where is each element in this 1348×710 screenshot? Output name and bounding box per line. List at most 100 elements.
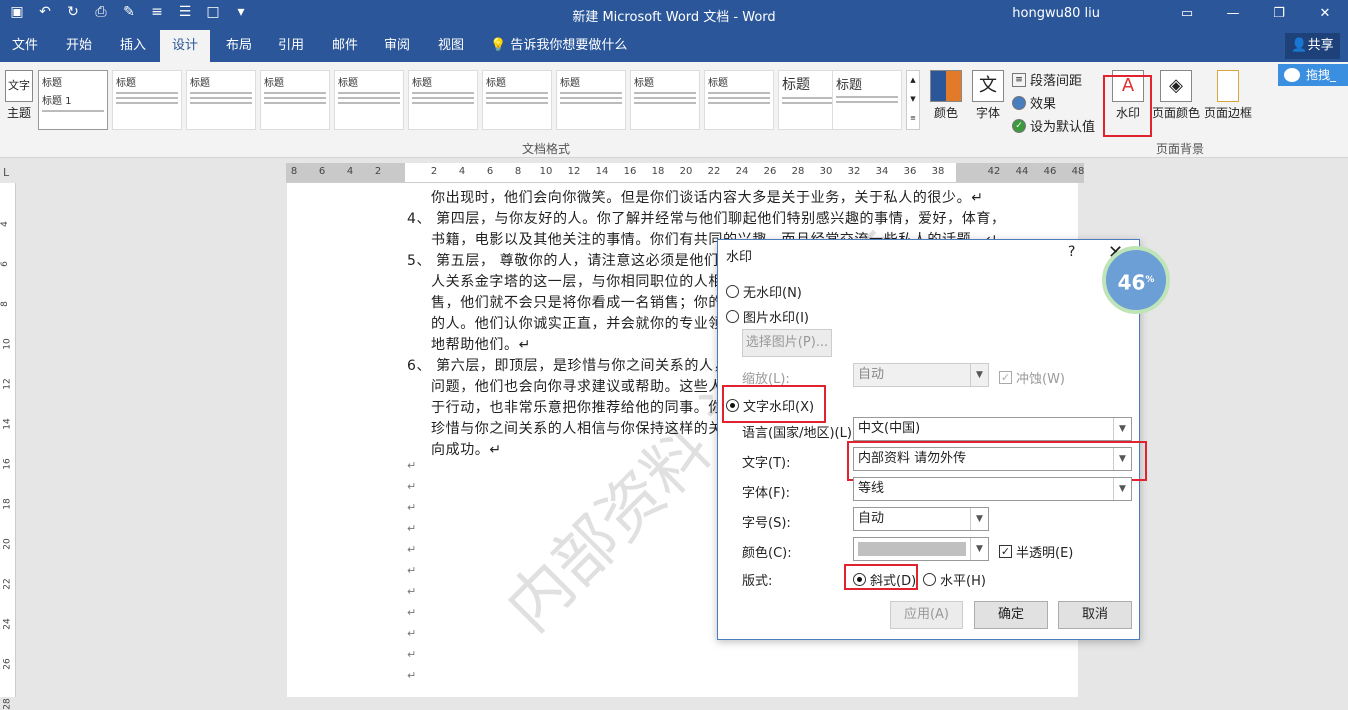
user-name[interactable]: hongwu80 liu bbox=[1012, 6, 1100, 21]
style-thumb[interactable]: 标题 bbox=[704, 70, 774, 130]
style-thumb[interactable]: 标题 bbox=[832, 70, 902, 130]
no-watermark-radio[interactable]: 无水印(N) bbox=[726, 282, 802, 301]
colors-icon bbox=[930, 70, 962, 102]
semitransparent-checkbox[interactable]: ✓ 半透明(E) bbox=[999, 542, 1073, 561]
size-select[interactable]: 自动 ▼ bbox=[853, 507, 989, 531]
cancel-button[interactable]: 取消 bbox=[1058, 601, 1132, 629]
doc-line: 你出现时，他们会向你微笑。但是你们谈话内容大多是关于业务，关于私人的很少。↵ bbox=[431, 190, 984, 206]
help-icon[interactable]: ? bbox=[1068, 244, 1075, 260]
style-line bbox=[486, 102, 548, 104]
semitransparent-label: 半透明(E) bbox=[1016, 546, 1074, 561]
ruler-tick: 46 bbox=[1043, 166, 1057, 177]
watermark-highlight bbox=[1103, 75, 1152, 137]
vruler-tick: 10 bbox=[2, 338, 13, 350]
vruler-tick: 18 bbox=[2, 498, 13, 510]
ribbon-display-icon[interactable]: ▭ bbox=[1164, 0, 1210, 30]
ruler-corner-icon[interactable]: L bbox=[3, 166, 9, 179]
ok-button[interactable]: 确定 bbox=[974, 601, 1048, 629]
style-thumb-heading: 标题 bbox=[486, 78, 506, 89]
close-icon[interactable]: ✕ bbox=[1302, 0, 1348, 30]
picture-watermark-radio[interactable]: 图片水印(I) bbox=[726, 307, 809, 326]
vertical-ruler[interactable]: 4 6 8 10 12 14 16 18 20 22 24 26 28 bbox=[0, 183, 16, 710]
font-select[interactable]: 等线 ▼ bbox=[853, 477, 1132, 501]
washout-label: 冲蚀(W) bbox=[1016, 372, 1065, 387]
style-thumb[interactable]: 标题 bbox=[260, 70, 330, 130]
paragraph-spacing-button[interactable]: ≡ 段落间距 bbox=[1012, 70, 1082, 89]
gallery-up-icon[interactable]: ▲ bbox=[907, 71, 919, 90]
color-swatch bbox=[858, 542, 966, 556]
style-thumb-subheading: 标题 1 bbox=[42, 96, 72, 107]
gallery-more-icon[interactable]: ≡ bbox=[907, 109, 919, 128]
effects-button[interactable]: 效果 bbox=[1012, 93, 1056, 112]
window-controls: ▭ — ❐ ✕ bbox=[1164, 0, 1348, 30]
style-line bbox=[560, 102, 622, 104]
radio-circle bbox=[726, 285, 739, 298]
apply-button[interactable]: 应用(A) bbox=[890, 601, 963, 629]
paragraph-mark: ↵ bbox=[407, 606, 417, 619]
gallery-down-icon[interactable]: ▼ bbox=[907, 90, 919, 109]
horizontal-ruler[interactable]: 8 6 4 2 2 4 6 8 10 12 14 16 18 20 22 24 26 28 30 32 34 36 38 42… bbox=[286, 163, 1084, 183]
style-thumb[interactable]: 标题 bbox=[630, 70, 700, 130]
select-picture-button[interactable]: 选择图片(P)... bbox=[742, 329, 832, 357]
restore-icon[interactable]: ❐ bbox=[1256, 0, 1302, 30]
tab-insert[interactable]: 插入 bbox=[108, 30, 158, 62]
picture-watermark-label: 图片水印(I) bbox=[743, 311, 809, 326]
colors-button[interactable]: 颜色 bbox=[928, 70, 964, 121]
tab-design[interactable]: 设计 bbox=[160, 30, 211, 62]
side-pill[interactable]: 拖拽_ bbox=[1278, 64, 1348, 86]
gallery-scroll[interactable]: ▲ ▼ ≡ bbox=[906, 70, 920, 130]
style-thumb[interactable]: 标题 bbox=[334, 70, 404, 130]
tell-me-box[interactable]: 💡 告诉我你想要做什么 bbox=[478, 30, 639, 62]
style-line bbox=[412, 92, 474, 94]
style-thumb[interactable]: 标题 bbox=[408, 70, 478, 130]
share-label: 共享 bbox=[1307, 38, 1334, 53]
tab-file[interactable]: 文件 bbox=[0, 30, 50, 62]
tab-references[interactable]: 引用 bbox=[266, 30, 316, 62]
page-border-button[interactable]: 页面边框 bbox=[1202, 70, 1254, 121]
chevron-down-icon: ▼ bbox=[1113, 478, 1131, 500]
washout-checkbox[interactable]: ✓ 冲蚀(W) bbox=[999, 368, 1065, 387]
style-thumb[interactable]: 标题 bbox=[482, 70, 552, 130]
paragraph-mark: ↵ bbox=[407, 501, 417, 514]
window-title: 新建 Microsoft Word 文档 - Word bbox=[572, 10, 776, 25]
progress-badge[interactable]: 46% bbox=[1102, 246, 1170, 314]
radio-circle bbox=[923, 573, 936, 586]
tab-layout[interactable]: 布局 bbox=[214, 30, 264, 62]
color-select[interactable]: ▼ bbox=[853, 537, 989, 561]
vruler-tick: 20 bbox=[2, 538, 13, 550]
page-color-button[interactable]: ◈ 页面颜色 bbox=[1150, 70, 1202, 121]
layout-label: 版式: bbox=[742, 574, 773, 589]
share-button[interactable]: 👤共享 bbox=[1285, 33, 1340, 59]
ruler-tick: 38 bbox=[931, 166, 945, 177]
set-default-button[interactable]: ✓ 设为默认值 bbox=[1012, 116, 1095, 135]
tab-home[interactable]: 开始 bbox=[54, 30, 104, 62]
scale-select[interactable]: 自动 ▼ bbox=[853, 363, 989, 387]
style-thumb-heading: 标题 bbox=[338, 78, 358, 89]
tab-mailings[interactable]: 邮件 bbox=[320, 30, 370, 62]
fonts-button[interactable]: 文 字体 bbox=[970, 70, 1006, 121]
fonts-label: 字体 bbox=[975, 106, 1000, 120]
style-thumb-title1[interactable]: 标题 标题 1 bbox=[38, 70, 108, 130]
tab-review[interactable]: 审阅 bbox=[372, 30, 422, 62]
horizontal-radio[interactable]: 水平(H) bbox=[923, 570, 986, 589]
style-line bbox=[634, 102, 696, 104]
ruler-tick: 34 bbox=[875, 166, 889, 177]
doc-line: 人关系金字塔的这一层，与你相同职位的人相比 bbox=[431, 274, 738, 290]
paragraph-spacing-label: 段落间距 bbox=[1030, 74, 1083, 89]
ribbon: 文字 主题 标题 标题 1 标题 标题 标题 标题 标题 标题 标题 标题 标题… bbox=[0, 62, 1348, 158]
language-select[interactable]: 中文(中国) ▼ bbox=[853, 417, 1132, 441]
style-thumb[interactable]: 标题 bbox=[186, 70, 256, 130]
style-line bbox=[116, 92, 178, 94]
tab-view[interactable]: 视图 bbox=[426, 30, 476, 62]
style-thumb[interactable]: 标题 bbox=[112, 70, 182, 130]
checkmark-icon: ✓ bbox=[1012, 118, 1026, 133]
paragraph-mark: ↵ bbox=[407, 522, 417, 535]
style-line bbox=[634, 97, 696, 99]
minimize-icon[interactable]: — bbox=[1210, 0, 1256, 30]
theme-button[interactable]: 文字 主题 bbox=[4, 70, 34, 121]
side-pill-label: 拖拽_ bbox=[1306, 68, 1337, 82]
style-thumb[interactable]: 标题 bbox=[556, 70, 626, 130]
colors-label: 颜色 bbox=[933, 106, 958, 120]
paragraph-mark: ↵ bbox=[407, 648, 417, 661]
paragraph-mark: ↵ bbox=[407, 564, 417, 577]
